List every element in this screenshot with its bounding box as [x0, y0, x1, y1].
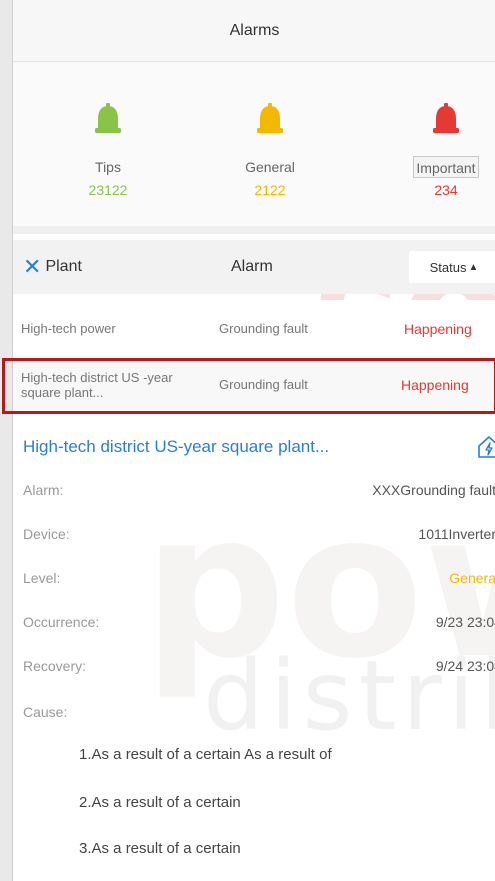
- stat-general[interactable]: General 2122: [210, 102, 330, 198]
- alarm-column-header: Alarm: [231, 258, 273, 275]
- detail-occurrence: Occurrence: 9/23 23:04: [23, 614, 495, 638]
- table-header: ✕ Plant Alarm Status ▲: [13, 240, 495, 294]
- status-cell: Happening: [401, 376, 469, 393]
- bell-icon: [95, 103, 121, 133]
- field-label: Occurrence:: [23, 614, 100, 630]
- stat-label: Important: [413, 156, 479, 178]
- stat-count: 234: [434, 182, 458, 198]
- app-screen: sol pow distrib Alarms Tips 23122 Genera…: [12, 0, 495, 881]
- cause-item: 3.As a result of a certain: [79, 840, 241, 857]
- field-value: 9/23 23:04: [435, 614, 495, 630]
- detail-level: Level: Genera: [23, 570, 495, 594]
- field-value: 9/24 23:04: [435, 658, 495, 674]
- field-value: 1011Inverter: [418, 526, 495, 542]
- stat-label: General: [245, 159, 295, 175]
- plant-column-header[interactable]: ✕ Plant: [23, 256, 82, 278]
- stat-important[interactable]: Important 234: [386, 102, 495, 198]
- detail-alarm: Alarm: XXXGrounding fault: [23, 482, 495, 506]
- column-label: Plant: [45, 258, 82, 275]
- stat-label: Tips: [95, 159, 121, 175]
- detail-cause: Cause:: [23, 704, 495, 728]
- field-value: XXXGrounding fault: [372, 482, 495, 498]
- plant-cell: High-tech power: [21, 321, 116, 336]
- stat-tips[interactable]: Tips 23122: [48, 102, 168, 198]
- bell-icon: [257, 103, 283, 133]
- cause-item: 2.As a result of a certain: [79, 794, 241, 811]
- home-power-icon[interactable]: [476, 434, 495, 460]
- cause-item: 1.As a result of a certain As a result o…: [79, 746, 332, 763]
- field-label: Level:: [23, 570, 61, 586]
- bell-icon: [433, 103, 459, 133]
- sort-up-icon: ▲: [468, 261, 479, 273]
- plant-cell: High-tech district US -year square plant…: [21, 369, 173, 400]
- stat-count: 2122: [254, 182, 286, 198]
- column-label: Status: [429, 259, 467, 275]
- table-row-selected[interactable]: High-tech district US -year square plant…: [13, 356, 495, 414]
- watermark: distrib: [203, 640, 495, 752]
- header: Alarms: [13, 0, 495, 62]
- alarm-summary: Tips 23122 General 2122 Important 234: [13, 62, 495, 234]
- detail-device: Device: 1011Inverter: [23, 526, 495, 550]
- status-sort-button[interactable]: Status ▲: [409, 251, 495, 283]
- alarm-cell: Grounding fault: [219, 321, 308, 336]
- field-value: Genera: [449, 570, 495, 586]
- field-label: Alarm:: [23, 482, 64, 498]
- alarm-cell: Grounding fault: [219, 377, 308, 392]
- status-cell: Happening: [404, 320, 472, 337]
- close-icon[interactable]: ✕: [23, 256, 41, 278]
- table-row[interactable]: High-tech power Grounding fault Happenin…: [13, 300, 495, 358]
- detail-plant-link[interactable]: High-tech district US-year square plant.…: [23, 432, 495, 462]
- field-label: Device:: [23, 526, 70, 542]
- page-title: Alarms: [229, 21, 280, 39]
- field-label: Cause:: [23, 704, 68, 720]
- detail-recovery: Recovery: 9/24 23:04: [23, 658, 495, 682]
- field-label: Recovery:: [23, 658, 87, 674]
- detail-title: High-tech district US-year square plant.…: [23, 437, 330, 456]
- stat-count: 23122: [88, 182, 128, 198]
